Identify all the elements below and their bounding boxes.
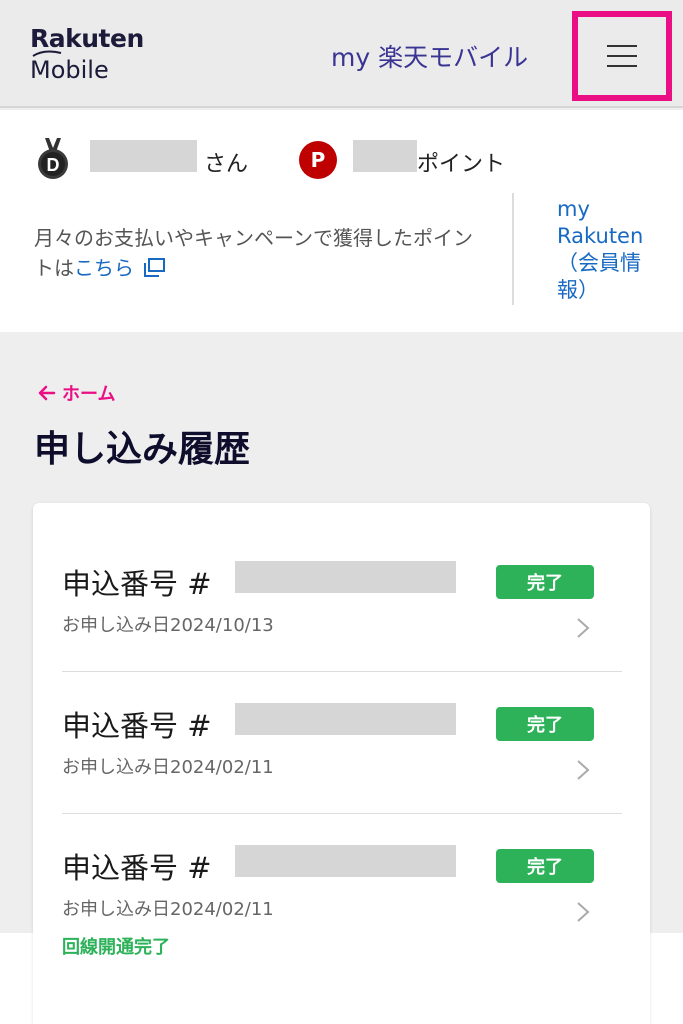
honorific-label: さん bbox=[204, 152, 249, 177]
application-date: お申し込み日2024/02/11 bbox=[62, 899, 274, 920]
user-info-panel: D さん P ポイント 月々のお支払いやキャンペーンで獲得したポイントはこちら … bbox=[0, 110, 683, 332]
line-activation-status: 回線開通完了 bbox=[62, 937, 170, 958]
points-detail-link[interactable]: こちら bbox=[74, 256, 134, 280]
list-divider bbox=[62, 813, 622, 814]
app-header: Rakuten Mobile my 楽天モバイル bbox=[0, 0, 683, 108]
my-rakuten-member-link[interactable]: my Rakuten（会員情報） bbox=[557, 196, 667, 304]
points-label: ポイント bbox=[417, 152, 506, 177]
logo-line2: Mobile bbox=[30, 56, 109, 84]
masked-order-number bbox=[235, 845, 456, 877]
masked-points bbox=[353, 140, 417, 172]
points-note: 月々のお支払いやキャンペーンで獲得したポイントはこちら bbox=[34, 223, 484, 283]
rank-medal-icon: D bbox=[38, 138, 68, 179]
rakuten-point-icon: P bbox=[299, 141, 337, 179]
back-label: ホーム bbox=[62, 384, 116, 405]
status-badge: 完了 bbox=[496, 707, 594, 741]
logo-swoosh-icon bbox=[32, 50, 62, 57]
application-history-list: 申込番号 # 完了 お申し込み日2024/10/13 申込番号 # 完了 お申し… bbox=[33, 503, 650, 1024]
hamburger-menu-icon bbox=[607, 45, 637, 67]
vertical-divider bbox=[512, 193, 514, 305]
rakuten-mobile-logo[interactable]: Rakuten Mobile bbox=[30, 24, 144, 85]
application-date: お申し込み日2024/02/11 bbox=[62, 757, 274, 778]
hamburger-menu-button[interactable] bbox=[572, 11, 672, 101]
order-number-label: 申込番号 # bbox=[62, 851, 212, 885]
arrow-left-icon bbox=[38, 385, 56, 401]
page-title: 申し込み履歴 bbox=[34, 429, 251, 470]
back-to-home-link[interactable]: ホーム bbox=[38, 380, 115, 406]
new-window-icon bbox=[144, 258, 165, 277]
my-rakuten-mobile-title[interactable]: my 楽天モバイル bbox=[331, 38, 528, 74]
masked-order-number bbox=[235, 703, 456, 735]
list-item[interactable]: 申込番号 # 完了 お申し込み日2024/02/11 bbox=[62, 703, 622, 845]
status-badge: 完了 bbox=[496, 565, 594, 599]
order-number-label: 申込番号 # bbox=[62, 709, 212, 743]
rank-letter: D bbox=[47, 155, 60, 175]
chevron-right-icon bbox=[577, 760, 590, 780]
order-number-label: 申込番号 # bbox=[62, 567, 212, 601]
masked-order-number bbox=[235, 561, 456, 593]
chevron-right-icon bbox=[577, 618, 590, 638]
list-item[interactable]: 申込番号 # 完了 お申し込み日2024/10/13 bbox=[62, 561, 622, 703]
masked-username bbox=[90, 140, 197, 172]
list-divider bbox=[62, 671, 622, 672]
list-item[interactable]: 申込番号 # 完了 お申し込み日2024/02/11 回線開通完了 bbox=[62, 845, 622, 987]
chevron-right-icon bbox=[577, 902, 590, 922]
status-badge: 完了 bbox=[496, 849, 594, 883]
application-date: お申し込み日2024/10/13 bbox=[62, 615, 274, 636]
logo-line1: Rakuten bbox=[30, 24, 144, 53]
